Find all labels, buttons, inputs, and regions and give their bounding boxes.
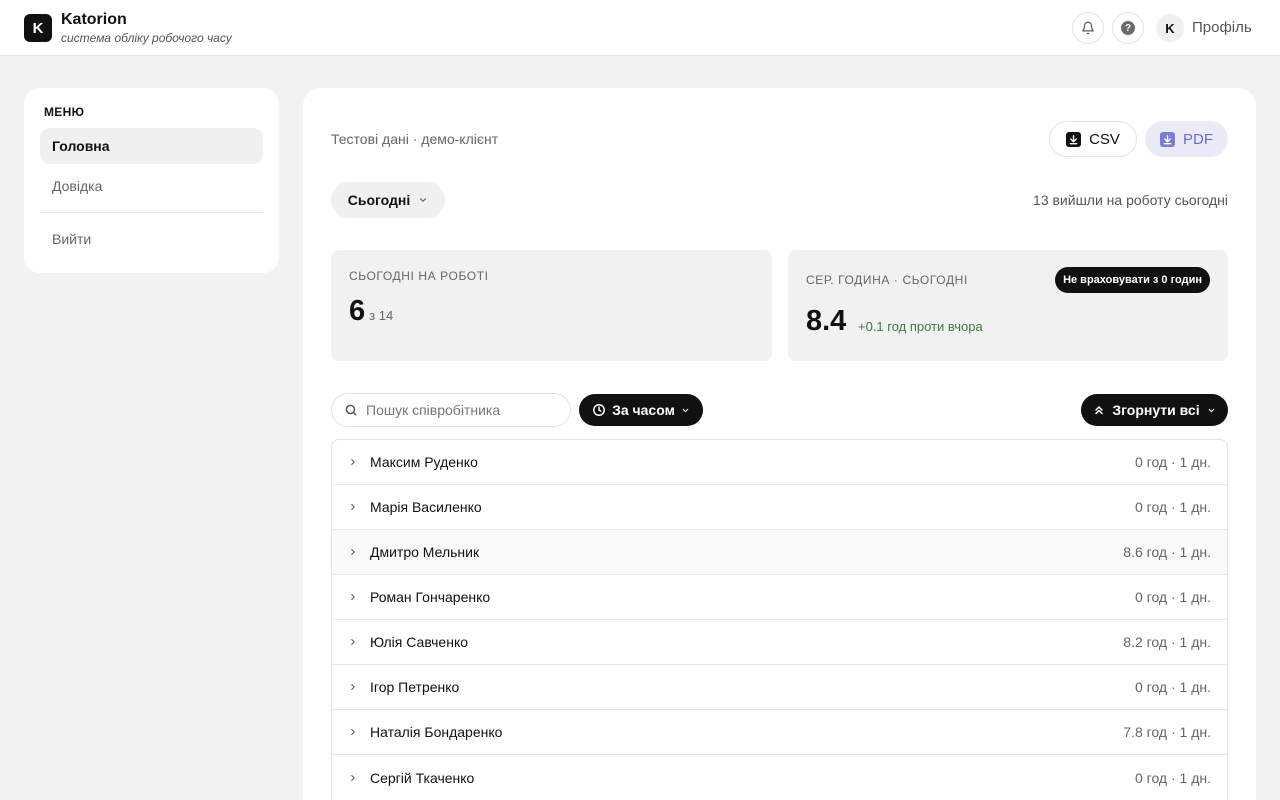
employee-row[interactable]: Дмитро Мельник 8.6 год · 1 дн.	[332, 530, 1227, 575]
employee-hours: 0 год · 1 дн.	[1134, 769, 1211, 786]
sidebar-item-home[interactable]: Головна	[40, 128, 263, 164]
employee-row[interactable]: Ігор Петренко 0 год · 1 дн.	[332, 665, 1227, 710]
sidebar: МЕНЮ Головна Довідка Вийти	[24, 88, 279, 273]
employee-name: Наталія Бондаренко	[370, 724, 503, 740]
employee-row[interactable]: Сергій Ткаченко 0 год · 1 дн.	[332, 755, 1227, 800]
employee-name: Максим Руденко	[370, 454, 478, 470]
bell-icon	[1082, 21, 1094, 35]
employee-row[interactable]: Наталія Бондаренко 7.8 год · 1 дн.	[332, 710, 1227, 755]
employee-name: Юлія Савченко	[370, 634, 469, 650]
csv-label: CSV	[1089, 130, 1120, 148]
sidebar-item-help[interactable]: Довідка	[40, 168, 263, 204]
stat-card-avg-hours: СЕР. ГОДИНА · СЬОГОДНІ Не враховувати з …	[788, 250, 1228, 361]
collapse-all-button[interactable]: Згорнути всі	[1081, 394, 1228, 426]
help-button[interactable]: ?	[1112, 12, 1144, 44]
stat-label: СЬОГОДНІ НА РОБОТІ	[349, 269, 489, 283]
chevron-right-icon[interactable]	[348, 592, 370, 602]
app-tagline: система обліку робочого часу	[61, 31, 232, 45]
search-icon	[345, 404, 357, 416]
app-logo[interactable]: K	[24, 14, 52, 42]
chevron-right-icon[interactable]	[348, 727, 370, 737]
exclude-zero-hours-toggle[interactable]: Не враховувати з 0 годин	[1055, 267, 1210, 293]
employee-row[interactable]: Роман Гончаренко 0 год · 1 дн.	[332, 575, 1227, 620]
sidebar-item-logout[interactable]: Вийти	[40, 221, 263, 257]
employee-list: Максим Руденко 0 год · 1 дн. Марія Васил…	[331, 439, 1228, 800]
main-panel: Тестові дані · демо-клієнт CSV PDF Сього…	[303, 88, 1256, 800]
attendance-summary: 13 вийшли на роботу сьогодні	[1033, 192, 1228, 208]
stat-value: 6з 14	[349, 295, 393, 328]
help-circle-icon: ?	[1121, 21, 1135, 35]
period-select[interactable]: Сьогодні	[331, 182, 445, 218]
menu-title: МЕНЮ	[44, 105, 85, 119]
at-work-count: 6	[349, 295, 366, 327]
avg-hours-value: 8.4	[806, 305, 847, 337]
search-input[interactable]	[366, 402, 556, 418]
employee-name: Марія Василенко	[370, 499, 482, 515]
chevron-down-icon	[1208, 408, 1214, 412]
employee-name: Сергій Ткаченко	[370, 769, 475, 786]
avatar[interactable]: K	[1156, 14, 1184, 42]
sort-label: За часом	[612, 402, 675, 418]
chevron-right-icon[interactable]	[348, 773, 370, 783]
avg-hours-delta: +0.1 год проти вчора	[858, 319, 983, 334]
at-work-total: з 14	[369, 308, 394, 323]
employee-hours: 8.2 год · 1 дн.	[1123, 634, 1211, 650]
employee-hours: 8.6 год · 1 дн.	[1123, 544, 1211, 560]
collapse-label: Згорнути всі	[1112, 402, 1200, 418]
export-pdf-button[interactable]: PDF	[1145, 121, 1228, 157]
download-icon	[1160, 131, 1175, 147]
notifications-button[interactable]	[1072, 12, 1104, 44]
stat-card-at-work: СЬОГОДНІ НА РОБОТІ 6з 14	[331, 250, 772, 361]
employee-name: Роман Гончаренко	[370, 589, 491, 605]
chevron-right-icon[interactable]	[348, 457, 370, 467]
employee-name: Ігор Петренко	[370, 679, 460, 695]
top-bar: K Katorion система обліку робочого часу …	[0, 0, 1280, 56]
employee-hours: 0 год · 1 дн.	[1134, 679, 1211, 695]
employee-row[interactable]: Максим Руденко 0 год · 1 дн.	[332, 440, 1227, 485]
app-name: Katorion	[61, 11, 127, 28]
employee-hours: 0 год · 1 дн.	[1134, 499, 1211, 515]
chevron-right-icon[interactable]	[348, 682, 370, 692]
employee-hours: 0 год · 1 дн.	[1134, 589, 1211, 605]
sidebar-divider	[40, 212, 263, 213]
employee-hours: 7.8 год · 1 дн.	[1123, 724, 1211, 740]
chevron-right-icon[interactable]	[348, 637, 370, 647]
employee-name: Дмитро Мельник	[370, 544, 480, 560]
chevrons-up-icon	[1095, 406, 1104, 415]
pdf-label: PDF	[1183, 130, 1213, 148]
data-source-label: Тестові дані · демо-клієнт	[331, 131, 499, 147]
chevron-right-icon[interactable]	[348, 547, 370, 557]
employee-row[interactable]: Юлія Савченко 8.2 год · 1 дн.	[332, 620, 1227, 665]
download-icon	[1066, 131, 1082, 147]
chevron-down-icon	[420, 198, 427, 202]
profile-link[interactable]: Профіль	[1192, 19, 1252, 36]
export-csv-button[interactable]: CSV	[1049, 121, 1137, 157]
employee-hours: 0 год · 1 дн.	[1134, 454, 1211, 470]
employee-row[interactable]: Марія Василенко 0 год · 1 дн.	[332, 485, 1227, 530]
stat-label: СЕР. ГОДИНА · СЬОГОДНІ	[806, 273, 968, 287]
clock-icon	[593, 404, 606, 416]
chevron-right-icon[interactable]	[348, 502, 370, 512]
search-field[interactable]	[331, 393, 571, 427]
chevron-down-icon	[682, 408, 689, 412]
sort-by-time-button[interactable]: За часом	[579, 394, 703, 426]
period-label: Сьогодні	[347, 192, 411, 208]
